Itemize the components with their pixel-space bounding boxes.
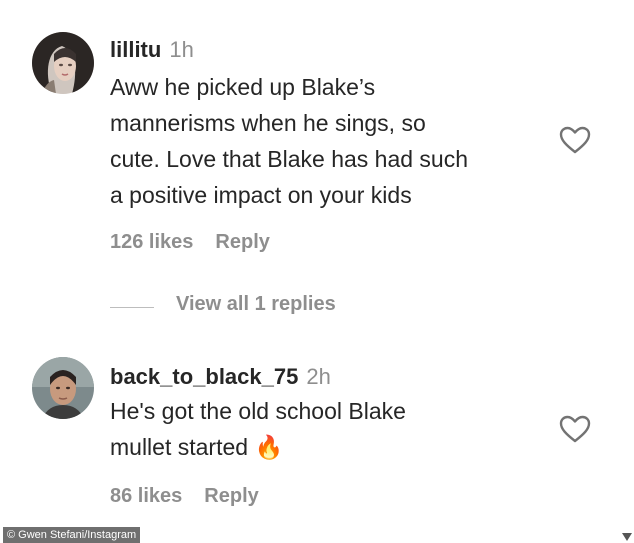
comment-text-line: a positive impact on your kids: [110, 182, 412, 208]
reply-button[interactable]: Reply: [204, 485, 258, 507]
comment-username[interactable]: back_to_black_75 2h: [110, 364, 331, 390]
comment-text-line: cute. Love that Blake has had such: [110, 146, 469, 172]
comment-text-line: He's got the old school Blake: [110, 398, 406, 424]
comment-text: Aww he picked up Blake’s mannerisms when…: [110, 69, 550, 213]
likes-count[interactable]: 126 likes: [110, 231, 193, 253]
scroll-down-arrow-icon[interactable]: [622, 533, 632, 541]
comment-time: 2h: [306, 364, 331, 389]
username-text[interactable]: back_to_black_75: [110, 364, 298, 389]
comment-text-segment: mullet started: [110, 434, 249, 460]
comment-meta: 126 likes Reply: [110, 231, 270, 254]
replies-divider-line: [110, 307, 154, 308]
avatar[interactable]: [32, 32, 94, 94]
reply-button[interactable]: Reply: [215, 231, 269, 253]
photo-credit: © Gwen Stefani/Instagram: [3, 527, 141, 543]
comment-text-line: Aww he picked up Blake’s: [110, 74, 376, 100]
instagram-comments-view: lillitu 1h Aww he picked up Blake’s manne…: [0, 0, 634, 543]
view-replies-button[interactable]: View all 1 replies: [176, 293, 336, 316]
heart-outline-icon[interactable]: [558, 125, 592, 155]
comment-text: He's got the old school Blake mullet sta…: [110, 393, 550, 465]
username-text[interactable]: lillitu: [110, 37, 161, 62]
comment-text-line: mannerisms when he sings, so: [110, 110, 426, 136]
comment-text-line: mullet started 🔥: [110, 429, 550, 465]
comment-username[interactable]: lillitu 1h: [110, 37, 194, 63]
avatar-photo-icon: [32, 357, 94, 419]
avatar[interactable]: [32, 357, 94, 419]
heart-outline-icon[interactable]: [558, 414, 592, 444]
comment-meta: 86 likes Reply: [110, 485, 259, 508]
avatar-photo-icon: [32, 32, 94, 94]
fire-emoji-icon: 🔥: [254, 434, 284, 460]
comment-time: 1h: [169, 37, 194, 62]
likes-count[interactable]: 86 likes: [110, 485, 182, 507]
